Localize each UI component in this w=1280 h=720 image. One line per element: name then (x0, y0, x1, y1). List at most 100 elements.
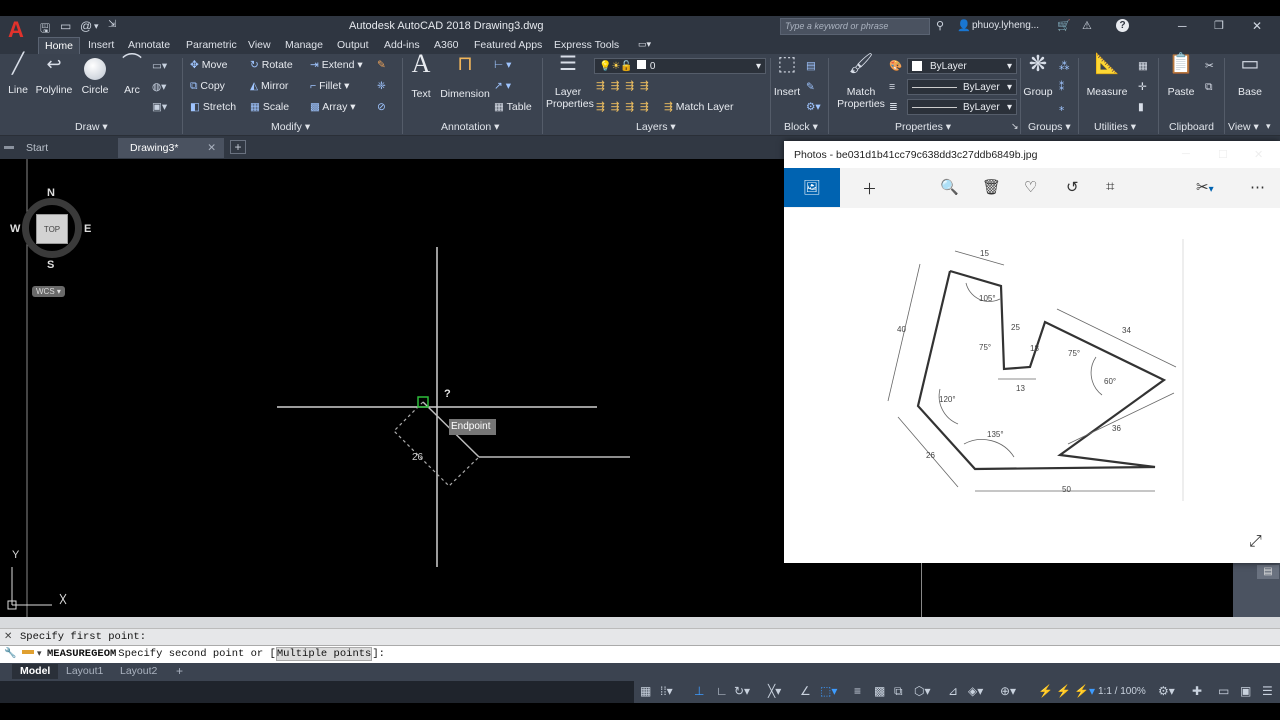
offset-icon[interactable]: ⊘ (377, 101, 386, 114)
insert-button[interactable]: ⬚ Insert (772, 54, 802, 98)
selection-cycling-icon[interactable]: ⧉ (894, 684, 903, 699)
move-button[interactable]: ✥ Move (190, 59, 227, 72)
add-layout-icon[interactable]: + (168, 664, 191, 679)
quick-select-icon[interactable]: ▮ (1138, 101, 1144, 114)
cart-icon[interactable]: 🛒 (1057, 19, 1071, 32)
auto-scale-icon[interactable]: ⚡ (1056, 684, 1071, 698)
snap-icon[interactable]: ⁞⁞▾ (660, 684, 673, 698)
isodraft-icon[interactable]: ╳▾ (768, 684, 781, 698)
properties-panel-label[interactable]: Properties ▾ (895, 121, 951, 133)
match-layer-button[interactable]: ⇶ Match Layer (664, 101, 734, 114)
compass-south[interactable]: S (47, 259, 54, 271)
erase-icon[interactable]: ✎ (377, 59, 386, 72)
object-snap-tracking-icon[interactable]: ∠ (800, 684, 811, 698)
clean-screen-icon[interactable]: ▣ (1240, 684, 1251, 698)
fillet-button[interactable]: ⌐ Fillet ▾ (310, 80, 349, 93)
lineweight-dropdown[interactable]: ByLayer ▾ (907, 99, 1017, 115)
layer-tools-row1-icons[interactable]: ⇶ ⇶ ⇶ ⇶ (596, 80, 649, 93)
customize-quick-access-icon[interactable]: ⇲ (108, 19, 116, 30)
wcs-menu[interactable]: WCS ▾ (32, 286, 65, 297)
close-icon[interactable]: ✕ (1252, 19, 1262, 33)
transparency-icon[interactable]: ▩ (874, 684, 885, 698)
explode-icon[interactable]: ❈ (377, 80, 386, 93)
boundary-icon[interactable]: ▣▾ (152, 101, 167, 114)
customize-status-icon[interactable]: ☰ (1262, 684, 1273, 698)
leader-icon[interactable]: ⊢ ▾ (494, 59, 511, 72)
base-view-button[interactable]: ▭ Base (1234, 54, 1266, 98)
modify-panel-label[interactable]: Modify ▾ (271, 121, 310, 133)
stretch-button[interactable]: ◧ Stretch (190, 101, 236, 114)
scroll-handle[interactable]: ▤ (1257, 565, 1279, 579)
polyline-button[interactable]: ↩ Polyline (34, 55, 74, 96)
annotation-visibility-icon[interactable]: ⚡ (1038, 684, 1053, 698)
command-prompt-icon[interactable] (22, 650, 34, 654)
compass-east[interactable]: E (84, 223, 91, 235)
linetype-dropdown[interactable]: ByLayer ▾ (907, 79, 1017, 95)
tab-start[interactable]: Start (14, 138, 118, 158)
annotation-panel-label[interactable]: Annotation ▾ (441, 121, 499, 133)
minimize-icon[interactable]: ─ (1178, 19, 1187, 33)
calculator-icon[interactable]: ▦ (1138, 60, 1148, 73)
measure-button[interactable]: 📐 Measure (1084, 54, 1130, 98)
layers-panel-label[interactable]: Layers ▾ (636, 121, 676, 133)
exchange-icon[interactable]: ⚠ (1082, 19, 1092, 32)
color-wheel-icon[interactable]: 🎨 (889, 60, 902, 73)
group-edit-icon[interactable]: ⁑ (1059, 81, 1064, 94)
paste-button[interactable]: 📋 Paste (1164, 54, 1198, 98)
rectangle-icon[interactable]: ▭▾ (152, 60, 167, 73)
web-mobile-icon[interactable]: @ (80, 19, 92, 33)
annotation-monitor-icon[interactable]: ✚ (1192, 684, 1202, 698)
selection-filter-icon[interactable]: ◈▾ (968, 684, 983, 698)
edit-block-icon[interactable]: ✎ (806, 81, 815, 94)
restore-icon[interactable]: ❐ (1214, 19, 1224, 32)
rotate-button[interactable]: ↻ Rotate (250, 59, 293, 72)
table-button[interactable]: ▦ Table (494, 101, 532, 114)
tab-home[interactable]: Home (38, 37, 81, 54)
cut-icon[interactable]: ✂ (1205, 60, 1214, 73)
tab-layout1[interactable]: Layout1 (58, 664, 111, 679)
tab-view[interactable]: View (248, 39, 271, 51)
arc-button[interactable]: ⌒ Arc (118, 54, 146, 96)
multileader-icon[interactable]: ↗ ▾ (494, 80, 511, 93)
layer-tools-row2-icons[interactable]: ⇶ ⇶ ⇶ ⇶ (596, 101, 649, 114)
create-block-icon[interactable]: ▤ (806, 60, 816, 73)
copy-clip-icon[interactable]: ⧉ (1205, 81, 1213, 94)
binoculars-icon[interactable]: ⚲ (936, 19, 944, 32)
fullscreen-expand-icon[interactable]: ⤢ (1249, 533, 1262, 551)
rotate-icon[interactable]: ↺ (1066, 178, 1079, 196)
viewcube-top-face[interactable]: TOP (36, 214, 68, 244)
ortho-icon[interactable]: ⊥ (694, 684, 704, 698)
edit-create-icon[interactable]: ✂▾ (1196, 178, 1214, 196)
block-panel-label[interactable]: Block ▾ (784, 121, 818, 133)
ribbon-options-icon[interactable]: ▾ (1266, 121, 1271, 132)
scale-button[interactable]: ▦ Scale (250, 101, 289, 114)
tab-a360[interactable]: A360 (434, 39, 459, 51)
help-icon[interactable]: ? (1116, 19, 1129, 32)
command-input[interactable]: 🔧 ▾ MEASUREGEOM Specify second point or … (0, 645, 1280, 663)
favorite-heart-icon[interactable]: ♡ (1024, 178, 1037, 196)
dynamic-ucs-icon[interactable]: ⊿ (948, 684, 958, 698)
tab-parametric[interactable]: Parametric (186, 39, 237, 51)
workspace-gear-icon[interactable]: ⚙▾ (1158, 684, 1175, 698)
polar-tracking-icon[interactable]: ↻▾ (734, 684, 750, 698)
search-input[interactable]: Type a keyword or phrase (780, 18, 930, 35)
ribbon-toggle-icon[interactable]: ▭▾ (638, 39, 651, 50)
command-dropdown-icon[interactable]: ▾ (37, 648, 42, 659)
wrench-icon[interactable]: 🔧 (4, 648, 16, 659)
photos-close-icon[interactable]: ✕ (1254, 148, 1263, 161)
open-icon[interactable]: ▭ (60, 19, 71, 33)
new-tab-button[interactable]: + (230, 140, 246, 154)
tab-featured-apps[interactable]: Featured Apps (474, 39, 542, 51)
zoom-icon[interactable]: 🔍 (940, 178, 959, 196)
tab-output[interactable]: Output (337, 39, 369, 51)
close-tab-icon[interactable]: ✕ (207, 138, 216, 158)
dropdown-arrow-icon[interactable]: ▾ (94, 21, 99, 32)
annotation-scale-label[interactable]: 1:1 / 100% (1098, 686, 1146, 697)
tab-annotate[interactable]: Annotate (128, 39, 170, 51)
delete-icon[interactable]: 🗑 (982, 178, 1001, 196)
properties-launcher-icon[interactable]: ↘ (1011, 121, 1019, 132)
units-icon[interactable]: ▭ (1218, 684, 1229, 698)
linetype-icon[interactable]: ≡ (889, 81, 895, 94)
tab-drawing3[interactable]: Drawing3* ✕ (118, 138, 224, 158)
layer-dropdown[interactable]: 💡☀🔓 0 ▾ (594, 58, 766, 74)
